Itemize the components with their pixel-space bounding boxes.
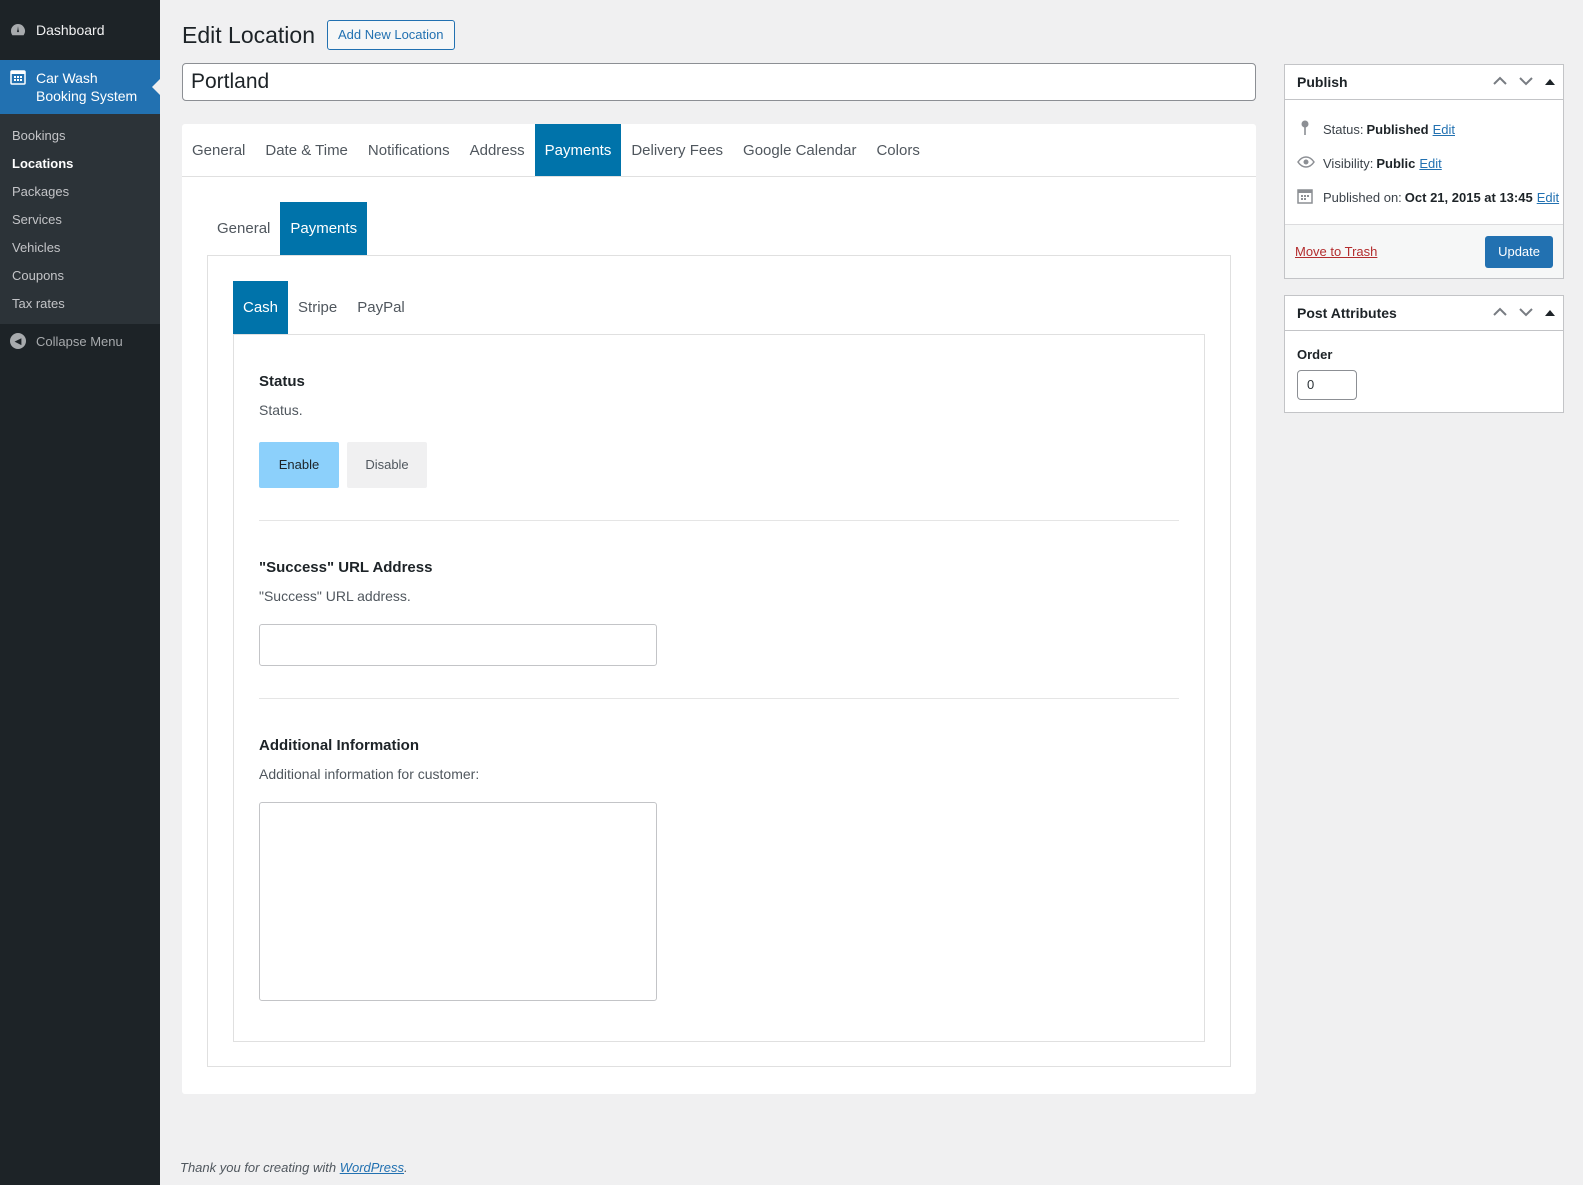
sub-tabs: General Payments xyxy=(207,202,1231,255)
disable-button[interactable]: Disable xyxy=(347,442,427,488)
status-value: Published xyxy=(1366,121,1429,137)
postbox-controls xyxy=(1481,65,1555,100)
page-title: Edit Location xyxy=(182,21,315,48)
published-on-row: Published on: Oct 21, 2015 at 13:45 Edit xyxy=(1285,180,1563,214)
publish-status-row: Status: Published Edit xyxy=(1285,112,1563,146)
publish-box: Publish Status: Published Edit Visibilit… xyxy=(1284,64,1564,279)
move-up-icon[interactable] xyxy=(1493,307,1507,320)
method-tab-cash[interactable]: Cash xyxy=(233,281,289,334)
additional-info-description: Additional information for customer: xyxy=(259,766,480,782)
footer-period: . xyxy=(404,1160,408,1175)
edit-date-link[interactable]: Edit xyxy=(1537,190,1559,205)
eye-icon xyxy=(1297,155,1315,171)
sidebar-submenu: Bookings Locations Packages Services Veh… xyxy=(0,114,160,324)
tab-delivery-fees[interactable]: Delivery Fees xyxy=(621,124,733,176)
status-description: Status. xyxy=(259,402,303,418)
published-on-value: Oct 21, 2015 at 13:45 xyxy=(1404,189,1533,205)
main-tabs: General Date & Time Notifications Addres… xyxy=(182,124,1256,177)
published-on-label: Published on: xyxy=(1323,189,1402,205)
sidebar-item-label: Car Wash xyxy=(36,70,98,86)
sidebar-item-services[interactable]: Services xyxy=(0,206,160,234)
move-down-icon[interactable] xyxy=(1519,307,1533,320)
subtab-payments[interactable]: Payments xyxy=(280,202,368,255)
publish-visibility-row: Visibility: Public Edit xyxy=(1285,146,1563,180)
move-down-icon[interactable] xyxy=(1519,76,1533,89)
edit-status-link[interactable]: Edit xyxy=(1433,122,1455,137)
tab-date-time[interactable]: Date & Time xyxy=(255,124,358,176)
payment-methods-panel: Cash Stripe PayPal Status Status. Enable… xyxy=(233,281,1205,1042)
method-tab-paypal[interactable]: PayPal xyxy=(347,281,415,334)
collapse-menu-label: Collapse Menu xyxy=(36,333,123,349)
status-section: Status Status. Enable Disable xyxy=(259,335,1179,521)
publish-box-title: Publish xyxy=(1297,74,1348,90)
subtab-general[interactable]: General xyxy=(207,202,280,255)
admin-sidebar: Dashboard Car Wash Booking System Bookin… xyxy=(0,0,160,1185)
update-button[interactable]: Update xyxy=(1485,235,1553,268)
collapse-menu-button[interactable]: ◀ Collapse Menu xyxy=(0,324,160,358)
additional-info-title: Additional Information xyxy=(259,737,419,754)
calendar-icon xyxy=(10,69,26,90)
post-attributes-title: Post Attributes xyxy=(1297,305,1397,321)
toggle-panel-icon[interactable] xyxy=(1545,308,1555,320)
sidebar-item-label: Dashboard xyxy=(36,22,105,38)
add-new-location-button[interactable]: Add New Location xyxy=(326,20,455,50)
footer-text: Thank you for creating with xyxy=(180,1160,337,1175)
wordpress-link[interactable]: WordPress xyxy=(340,1160,404,1175)
tab-notifications[interactable]: Notifications xyxy=(358,124,460,176)
collapse-icon: ◀ xyxy=(10,333,26,349)
publish-box-header: Publish xyxy=(1285,65,1563,100)
edit-visibility-link[interactable]: Edit xyxy=(1419,156,1441,171)
post-attributes-header: Post Attributes xyxy=(1285,296,1563,331)
sidebar-item-car-wash[interactable]: Car Wash Booking System xyxy=(0,60,160,114)
toggle-panel-icon[interactable] xyxy=(1545,77,1555,89)
publish-actions: Move to Trash Update xyxy=(1285,224,1563,278)
sidebar-item-vehicles[interactable]: Vehicles xyxy=(0,234,160,262)
order-label: Order xyxy=(1297,347,1333,362)
tab-payments[interactable]: Payments xyxy=(534,124,622,176)
sidebar-item-label: Booking System xyxy=(36,88,138,104)
post-title-input[interactable]: Portland xyxy=(182,63,1256,101)
location-settings-card: General Date & Time Notifications Addres… xyxy=(182,124,1256,1094)
success-url-description: "Success" URL address. xyxy=(259,588,411,604)
status-toggle: Enable Disable xyxy=(259,442,1179,488)
visibility-value: Public xyxy=(1376,155,1416,171)
pin-icon xyxy=(1297,120,1313,139)
tab-address[interactable]: Address xyxy=(460,124,535,176)
success-url-section: "Success" URL Address "Success" URL addr… xyxy=(259,521,1179,699)
tab-general[interactable]: General xyxy=(182,124,255,176)
dashboard-icon xyxy=(10,22,26,38)
postbox-controls xyxy=(1481,296,1555,331)
calendar-icon xyxy=(1297,188,1313,207)
tab-colors[interactable]: Colors xyxy=(866,124,929,176)
additional-info-textarea[interactable] xyxy=(259,802,657,1001)
sidebar-item-coupons[interactable]: Coupons xyxy=(0,262,160,290)
sidebar-item-locations[interactable]: Locations xyxy=(0,150,160,178)
payment-method-tabs: Cash Stripe PayPal xyxy=(233,281,1205,334)
post-attributes-box: Post Attributes Order 0 xyxy=(1284,295,1564,413)
order-input[interactable]: 0 xyxy=(1297,370,1357,400)
tab-google-calendar[interactable]: Google Calendar xyxy=(733,124,866,176)
move-to-trash-link[interactable]: Move to Trash xyxy=(1295,244,1377,259)
method-tab-stripe[interactable]: Stripe xyxy=(288,281,347,334)
status-label: Status: xyxy=(1323,121,1364,137)
move-up-icon[interactable] xyxy=(1493,76,1507,89)
payments-panel: General Payments Cash Stripe PayPal Stat… xyxy=(207,202,1231,1067)
sidebar-item-packages[interactable]: Packages xyxy=(0,178,160,206)
cash-settings: Status Status. Enable Disable "Success" … xyxy=(233,334,1205,1042)
page-header: Edit Location Add New Location xyxy=(182,20,455,50)
sidebar-item-tax-rates[interactable]: Tax rates xyxy=(0,290,160,318)
visibility-label: Visibility: xyxy=(1323,155,1374,171)
success-url-input[interactable] xyxy=(259,624,657,666)
status-title: Status xyxy=(259,373,305,390)
enable-button[interactable]: Enable xyxy=(259,442,339,488)
additional-info-section: Additional Information Additional inform… xyxy=(259,699,1179,1033)
sidebar-item-bookings[interactable]: Bookings xyxy=(0,122,160,150)
admin-footer: Thank you for creating with WordPress. xyxy=(180,1160,408,1175)
success-url-title: "Success" URL Address xyxy=(259,559,433,576)
sidebar-item-dashboard[interactable]: Dashboard xyxy=(0,0,160,60)
payments-subpanel: Cash Stripe PayPal Status Status. Enable… xyxy=(207,255,1231,1067)
